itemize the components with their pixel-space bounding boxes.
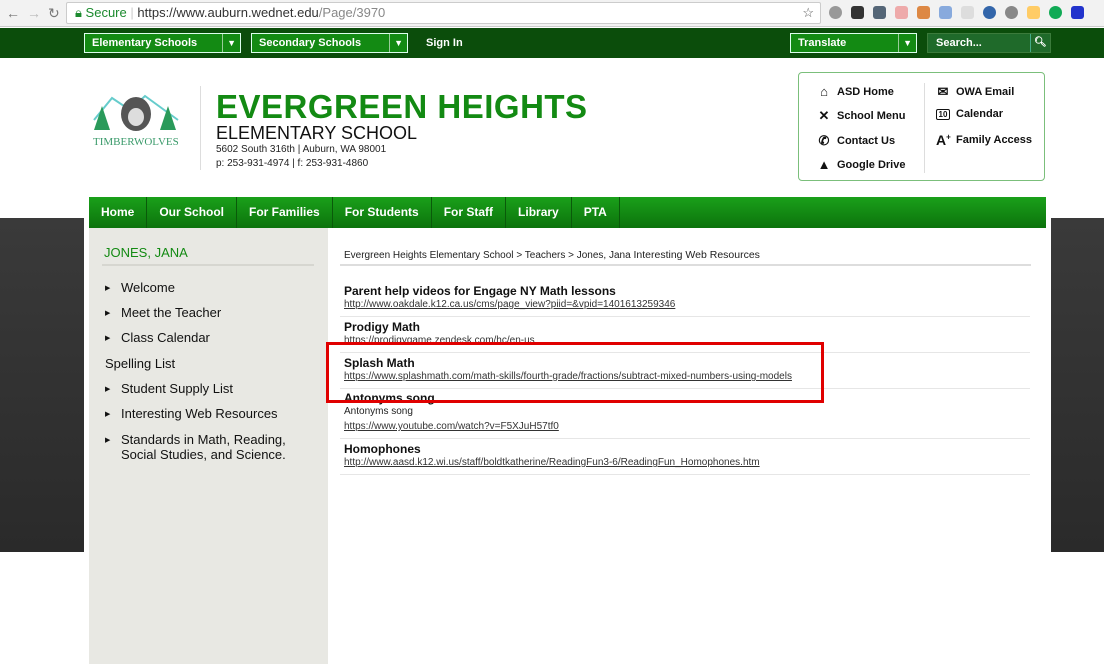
caret-right-icon: ▶	[105, 285, 111, 292]
top-utility-nav: Elementary Schools ▼ Secondary Schools ▼ S…	[0, 28, 1104, 58]
extension-icon[interactable]	[873, 6, 886, 19]
divider	[200, 86, 201, 170]
resource-link[interactable]: http://www.oakdale.k12.ca.us/cms/page_vi…	[344, 299, 675, 310]
extension-icon[interactable]	[895, 6, 908, 19]
caret-right-icon: ▶	[105, 310, 111, 317]
sidebar-item-interesting-web-resources[interactable]: ▶ Interesting Web Resources	[105, 407, 278, 422]
extension-icon[interactable]	[961, 6, 974, 19]
sign-in-link[interactable]: Sign In	[426, 37, 463, 49]
nav-for-families[interactable]: For Families	[237, 197, 333, 228]
search-icon: 🔍︎	[1030, 34, 1050, 52]
timberwolves-logo[interactable]: TIMBERWOLVES	[90, 90, 182, 154]
reload-icon[interactable]: ↻	[48, 5, 60, 22]
caret-right-icon: ▶	[105, 411, 111, 418]
chevron-down-icon: ▼	[898, 34, 912, 52]
caret-right-icon: ▶	[105, 335, 111, 342]
resource-link[interactable]: https://www.youtube.com/watch?v=F5XJuH57…	[344, 421, 559, 432]
school-address: 5602 South 316th | Auburn, WA 98001	[216, 144, 387, 155]
caret-right-icon: ▶	[105, 437, 111, 444]
extension-icon[interactable]	[939, 6, 952, 19]
forward-icon[interactable]: →	[27, 5, 41, 21]
school-phone: p: 253-931-4974 | f: 253-931-4860	[216, 158, 369, 169]
nav-for-students[interactable]: For Students	[333, 197, 432, 228]
extension-icon[interactable]	[917, 6, 930, 19]
phone-icon: ✆	[818, 133, 830, 148]
quick-link-family-access[interactable]: A+ Family Access	[936, 132, 1032, 148]
sidebar-item-spelling-list[interactable]: Spelling List	[105, 357, 175, 371]
resource-description: Antonyms song	[344, 406, 413, 417]
nav-pta[interactable]: PTA	[572, 197, 620, 228]
school-name: EVERGREEN HEIGHTS	[216, 88, 588, 125]
extension-icon[interactable]	[1005, 6, 1018, 19]
sidebar-item-student-supply-list[interactable]: ▶ Student Supply List	[105, 382, 233, 397]
url-path: /Page/3970	[318, 5, 386, 20]
quick-link-contact-us[interactable]: ✆ Contact Us	[817, 133, 896, 149]
quick-link-calendar[interactable]: 10 Calendar	[936, 108, 1003, 120]
resource-link[interactable]: http://www.aasd.k12.wi.us/staff/boldtkat…	[344, 457, 760, 468]
extension-icon[interactable]	[851, 6, 864, 19]
browser-toolbar: ← → ↻ 🔒︎ Secure | https://www.auburn.wed…	[0, 0, 1104, 27]
bookmark-star-icon[interactable]: ☆	[802, 3, 814, 23]
breadcrumb-school[interactable]: Evergreen Heights Elementary School	[344, 250, 514, 261]
sidebar-item-class-calendar[interactable]: ▶ Class Calendar	[105, 331, 210, 346]
extension-icon[interactable]	[829, 6, 842, 19]
sidebar-item-meet-the-teacher[interactable]: ▶ Meet the Teacher	[105, 306, 221, 321]
lock-icon: 🔒︎	[75, 5, 82, 20]
home-icon: ⌂	[820, 84, 828, 99]
nav-library[interactable]: Library	[506, 197, 572, 228]
nav-our-school[interactable]: Our School	[147, 197, 238, 228]
chevron-down-icon: ▼	[222, 34, 236, 52]
divider	[102, 264, 314, 266]
translate-dropdown[interactable]: Translate ▼	[790, 33, 917, 53]
extension-icon[interactable]	[1049, 6, 1062, 19]
breadcrumb-teacher[interactable]: Jones, Jana	[577, 250, 631, 261]
highlight-box	[326, 342, 824, 403]
search-input[interactable]: Search... 🔍︎	[927, 33, 1051, 53]
extension-icon[interactable]	[1027, 6, 1040, 19]
nav-for-staff[interactable]: For Staff	[432, 197, 507, 228]
resource-title: Prodigy Math	[344, 320, 421, 334]
sidebar-item-standards[interactable]: ▶ Standards in Math, Reading, Social Studi…	[105, 433, 286, 462]
sidebar-title: JONES, JANA	[104, 245, 188, 260]
sidebar-item-welcome[interactable]: ▶ Welcome	[105, 281, 175, 296]
breadcrumb-current: Interesting Web Resources	[633, 249, 760, 261]
school-type: ELEMENTARY SCHOOL	[216, 123, 418, 143]
divider	[340, 264, 1031, 266]
address-bar[interactable]: 🔒︎ Secure | https://www.auburn.wednet.ed…	[66, 2, 821, 24]
quick-links-box: ⌂ ASD Home ✕ School Menu ✆ Contact Us ▲ Goog…	[798, 72, 1045, 181]
google-drive-icon: ▲	[817, 157, 831, 172]
secure-label: Secure	[85, 5, 127, 20]
secondary-schools-dropdown[interactable]: Secondary Schools ▼	[251, 33, 408, 53]
extension-icon[interactable]	[1071, 6, 1084, 19]
quick-link-asd-home[interactable]: ⌂ ASD Home	[817, 84, 894, 99]
url-host: https://www.auburn.wednet.edu	[137, 5, 319, 20]
main-nav: Home Our School For Families For Student…	[89, 197, 1046, 228]
chevron-down-icon: ▼	[389, 34, 403, 52]
breadcrumb-teachers[interactable]: Teachers	[525, 250, 566, 261]
quick-link-school-menu[interactable]: ✕ School Menu	[817, 108, 906, 124]
calendar-icon: 10	[936, 108, 950, 120]
envelope-icon: ✉	[937, 84, 949, 99]
breadcrumb: Evergreen Heights Elementary School > Te…	[344, 249, 760, 261]
quick-link-google-drive[interactable]: ▲ Google Drive	[817, 157, 906, 172]
elementary-schools-dropdown[interactable]: Elementary Schools ▼	[84, 33, 241, 53]
resource-title: Homophones	[344, 442, 421, 456]
resource-title: Parent help videos for Engage NY Math le…	[344, 284, 616, 298]
nav-home[interactable]: Home	[89, 197, 148, 228]
a-plus-icon: A+	[936, 132, 951, 148]
utensils-icon: ✕	[818, 108, 830, 123]
caret-right-icon: ▶	[105, 386, 111, 393]
back-icon[interactable]: ←	[6, 5, 20, 21]
extension-icon[interactable]	[983, 6, 996, 19]
quick-link-owa-email[interactable]: ✉ OWA Email	[936, 84, 1015, 100]
